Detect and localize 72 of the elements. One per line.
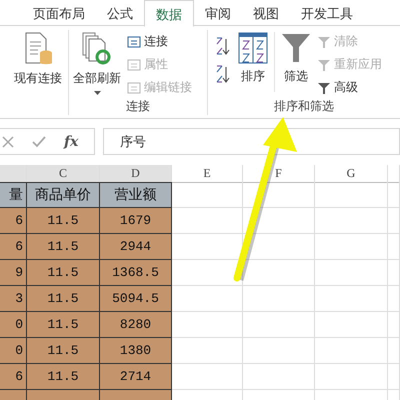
table-cell: 9	[0, 260, 27, 286]
table-cell: 0	[0, 312, 27, 338]
column-header[interactable]: D	[100, 165, 172, 183]
empty-cell	[388, 208, 400, 234]
empty-cell	[388, 260, 400, 286]
empty-cell	[243, 338, 315, 364]
funnel-icon	[317, 58, 331, 72]
table-cell: 3	[0, 286, 27, 312]
ribbon-small-button[interactable]: 高级	[315, 78, 384, 97]
ribbon-tab[interactable]: 开发工具	[290, 0, 364, 25]
table-cell: 11.5	[27, 260, 100, 286]
column-header[interactable]: G	[315, 165, 388, 183]
sort-button[interactable]: 排序	[234, 30, 272, 87]
document-database-icon	[23, 32, 53, 66]
function-button[interactable]: fx	[64, 134, 78, 150]
table-cell: 5094.5	[100, 286, 172, 312]
sort-ascending-icon[interactable]	[214, 36, 230, 56]
empty-cell	[243, 182, 315, 208]
table-cell: 6	[0, 364, 27, 390]
group-label: 连接	[125, 98, 151, 115]
refresh-all-button[interactable]: 全部刷新	[69, 30, 125, 97]
empty-cell	[388, 364, 400, 390]
empty-cell	[388, 338, 400, 364]
group-label: 排序和筛选	[273, 98, 335, 115]
ribbon-tab[interactable]: 页面布局	[22, 0, 96, 25]
table-cell: 11.5	[27, 208, 100, 234]
formula-input[interactable]: 序号	[103, 128, 400, 155]
check-icon[interactable]	[32, 136, 46, 148]
sort-descending-icon[interactable]	[214, 64, 230, 84]
table-cell: 1368.5	[100, 260, 172, 286]
table-cell: 8280	[100, 312, 172, 338]
table-cell: 1380	[100, 338, 172, 364]
caret-icon	[94, 91, 100, 95]
table-header-cell: 营业额	[100, 182, 172, 208]
sort-grid-icon	[238, 32, 268, 64]
refresh-documents-icon	[81, 32, 113, 66]
empty-cell	[243, 286, 315, 312]
empty-cell	[243, 312, 315, 338]
empty-cell	[243, 260, 315, 286]
existing-connections-button[interactable]: 现有连接	[8, 30, 68, 89]
empty-cell	[388, 234, 400, 260]
ribbon-tab[interactable]: 审阅	[194, 0, 242, 25]
funnel-icon	[317, 34, 331, 48]
funnel-icon	[317, 80, 331, 94]
table-header-cell: 量	[0, 182, 27, 208]
table-header-cell: 商品单价	[27, 182, 100, 208]
empty-cell	[388, 286, 400, 312]
table-cell: 2714	[100, 364, 172, 390]
column-header[interactable]	[0, 165, 27, 183]
table-cell: 11.5	[27, 364, 100, 390]
table-cell: 0	[0, 338, 27, 364]
empty-cell	[243, 234, 315, 260]
table-cell: 11.5	[27, 338, 100, 364]
ribbon-tab[interactable]: 数据	[144, 0, 194, 27]
table-cell: 11.5	[27, 234, 100, 260]
table-cell: 1679	[100, 208, 172, 234]
table-cell: 6	[0, 234, 27, 260]
table-cell: 6	[0, 208, 27, 234]
empty-cell	[388, 312, 400, 338]
column-header[interactable]: C	[27, 165, 100, 183]
column-header[interactable]: F	[243, 165, 315, 183]
table-cell: 2944	[100, 234, 172, 260]
ribbon-tab[interactable]: 公式	[96, 0, 144, 25]
empty-cell	[243, 364, 315, 390]
funnel-icon	[281, 32, 311, 64]
filter-button[interactable]: 筛选	[277, 30, 315, 87]
empty-cell	[243, 208, 315, 234]
ribbon-tab[interactable]: 视图	[242, 0, 290, 25]
table-cell: 11.5	[27, 286, 100, 312]
ribbon-small-button[interactable]: 连接	[125, 32, 194, 51]
table-cell: 11.5	[27, 312, 100, 338]
column-header[interactable]: E	[172, 165, 243, 183]
